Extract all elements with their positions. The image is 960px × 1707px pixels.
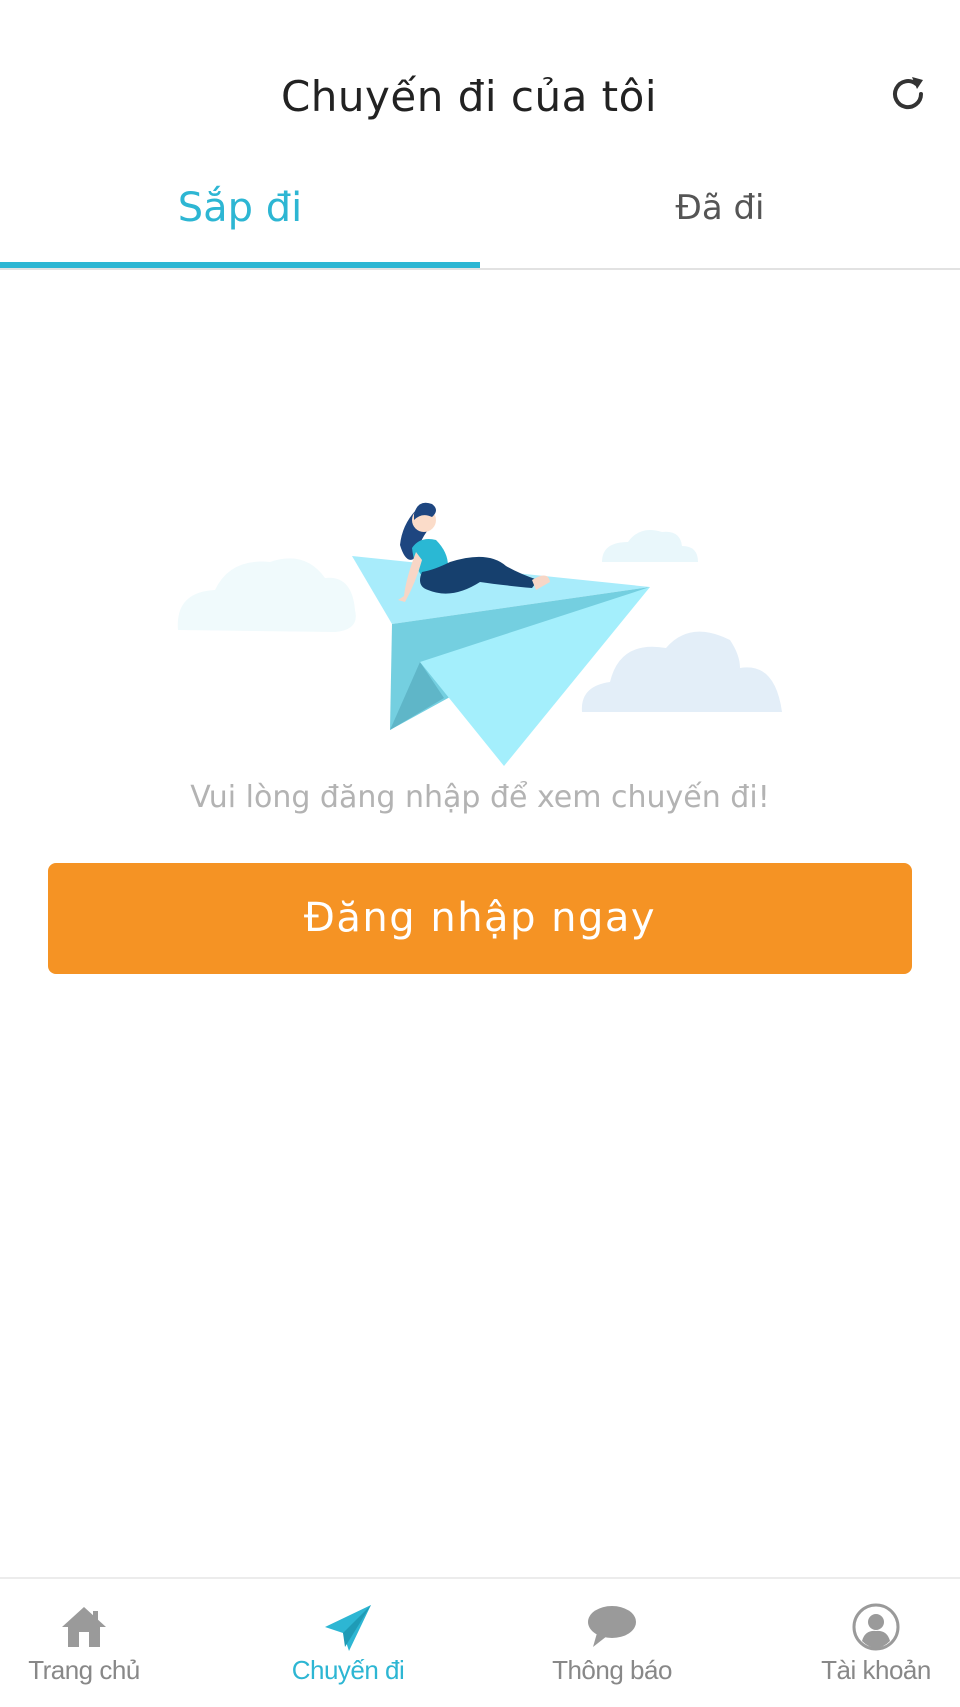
login-now-button[interactable]: Đăng nhập ngay bbox=[48, 863, 912, 974]
home-icon bbox=[62, 1607, 106, 1647]
app-header: Chuyến đi của tôi bbox=[0, 0, 960, 170]
nav-label-account: Tài khoản bbox=[821, 1655, 931, 1685]
bottom-navigation: Trang chủ Chuyến đi Thông báo Tài khoản bbox=[0, 1577, 960, 1707]
chat-bubble-icon bbox=[588, 1606, 636, 1647]
nav-item-notifications[interactable]: Thông báo bbox=[492, 1579, 732, 1707]
nav-label-notifications: Thông báo bbox=[552, 1655, 672, 1685]
nav-item-account[interactable]: Tài khoản bbox=[756, 1579, 960, 1707]
refresh-button[interactable] bbox=[888, 74, 936, 122]
active-tab-indicator bbox=[0, 262, 480, 268]
nav-label-trips: Chuyến đi bbox=[291, 1655, 405, 1685]
cloud-top-right bbox=[602, 529, 698, 562]
nav-item-home[interactable]: Trang chủ bbox=[0, 1579, 204, 1707]
tab-past[interactable]: Đã đi bbox=[480, 170, 960, 270]
cloud-left bbox=[177, 558, 356, 632]
login-required-message: Vui lòng đăng nhập để xem chuyến đi! bbox=[190, 780, 770, 815]
nav-label-home: Trang chủ bbox=[28, 1655, 140, 1685]
nav-item-trips[interactable]: Chuyến đi bbox=[228, 1579, 468, 1707]
page-title: Chuyến đi của tôi bbox=[280, 72, 658, 121]
trip-tabs: Sắp đi Đã đi bbox=[0, 170, 960, 270]
paper-plane-illustration bbox=[170, 490, 790, 780]
refresh-icon bbox=[893, 77, 924, 110]
user-icon bbox=[852, 1603, 900, 1651]
paper-plane-icon bbox=[325, 1605, 371, 1651]
cloud-bottom-right bbox=[581, 631, 782, 712]
tab-upcoming[interactable]: Sắp đi bbox=[0, 170, 480, 270]
